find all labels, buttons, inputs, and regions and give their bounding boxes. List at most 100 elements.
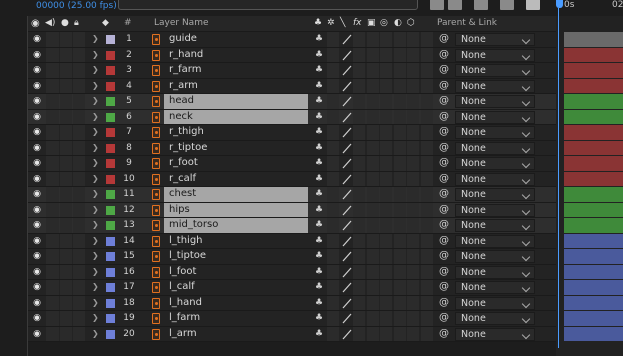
solo-toggle[interactable] [60,140,72,155]
pick-whip-icon[interactable]: @ [438,156,450,171]
layer-switch-5[interactable] [421,171,433,186]
layer-switch-4[interactable] [407,125,419,140]
layer-switch-1[interactable] [367,326,379,341]
audio-toggle[interactable] [46,202,59,217]
visibility-eye-icon[interactable]: ◉ [30,327,44,342]
toolbar-icon-3[interactable] [474,0,488,10]
layer-switch-1[interactable] [367,125,379,140]
layer-duration-bar[interactable] [564,249,623,264]
layer-duration-bar[interactable] [564,47,623,62]
layer-switch-2[interactable] [380,156,392,171]
layer-row[interactable]: ◉ ❯ 18 l_hand ♣ @ None [28,295,556,311]
twirl-arrow-icon[interactable]: ❯ [92,94,100,109]
visibility-eye-icon[interactable]: ◉ [30,48,44,63]
parent-dropdown[interactable]: None [455,312,535,325]
layer-switch-0[interactable] [353,249,365,264]
search-input[interactable] [118,0,418,10]
layer-switch-3[interactable] [394,47,406,62]
layer-switch-2[interactable] [380,295,392,310]
parent-dropdown[interactable]: None [455,95,535,108]
layer-name[interactable]: r_tiptoe [169,142,207,153]
graph-editor-icon[interactable] [526,0,540,10]
collapse-switch[interactable] [327,311,339,326]
shy-switch-icon[interactable]: ♣ [313,218,325,233]
audio-toggle[interactable] [46,280,59,295]
lock-toggle[interactable] [73,311,85,326]
audio-toggle[interactable] [46,32,59,47]
audio-toggle[interactable] [46,140,59,155]
layer-duration-bar[interactable] [564,326,623,341]
layer-row[interactable]: ◉ ❯ 15 l_tiptoe ♣ @ None [28,249,556,265]
layer-switch-2[interactable] [380,218,392,233]
layer-switch-1[interactable] [367,311,379,326]
layer-switch-4[interactable] [407,187,419,202]
parent-dropdown[interactable]: None [455,157,535,170]
layer-switch-4[interactable] [407,311,419,326]
layer-row[interactable]: ◉ ❯ 4 r_arm ♣ @ None [28,78,556,94]
layer-switch-3[interactable] [394,280,406,295]
layer-duration-bar[interactable] [564,233,623,248]
parent-dropdown[interactable]: None [455,172,535,186]
solo-toggle[interactable] [60,202,72,217]
quality-switch-icon[interactable] [341,311,353,326]
layer-switch-2[interactable] [380,63,392,78]
lock-toggle[interactable] [73,280,85,295]
twirl-arrow-icon[interactable]: ❯ [92,311,100,326]
parent-dropdown[interactable]: None [455,234,535,248]
solo-toggle[interactable] [60,94,72,109]
layer-row[interactable]: ◉ ❯ 2 r_hand ♣ @ None [28,47,556,63]
lock-toggle[interactable] [73,63,85,78]
layer-switch-1[interactable] [367,94,379,109]
collapse-switch[interactable] [327,47,339,62]
lock-toggle[interactable] [73,187,85,202]
layer-switch-2[interactable] [380,47,392,62]
lock-toggle[interactable] [73,264,85,279]
collapse-switch[interactable] [327,295,339,310]
layer-name[interactable]: l_calf [169,281,195,292]
parent-dropdown[interactable]: None [455,64,535,77]
layer-switch-0[interactable] [353,187,365,202]
layer-switch-4[interactable] [407,295,419,310]
shy-switch-icon[interactable]: ♣ [313,249,325,264]
layer-switch-3[interactable] [394,202,406,217]
parent-dropdown[interactable]: None [455,141,535,155]
collapse-switch[interactable] [327,187,339,202]
layer-switch-4[interactable] [407,63,419,78]
layer-switch-1[interactable] [367,171,379,186]
quality-switch-icon[interactable] [341,156,353,171]
visibility-eye-icon[interactable]: ◉ [30,311,44,326]
layer-switch-3[interactable] [394,264,406,279]
collapse-switch[interactable] [327,140,339,155]
layer-duration-bar[interactable] [564,156,623,171]
pick-whip-icon[interactable]: @ [438,94,450,109]
quality-switch-icon[interactable] [341,63,353,78]
current-time-indicator[interactable] [558,8,559,348]
solo-toggle[interactable] [60,264,72,279]
shy-switch-icon[interactable]: ♣ [313,327,325,342]
timeline-track-area[interactable] [556,16,623,356]
parent-dropdown[interactable]: None [455,126,535,139]
parent-dropdown[interactable]: None [455,296,535,310]
layer-duration-bar[interactable] [564,94,623,109]
audio-toggle[interactable] [46,187,59,202]
twirl-arrow-icon[interactable]: ❯ [92,48,100,63]
shy-switch-icon[interactable]: ♣ [313,280,325,295]
layer-switch-5[interactable] [421,47,433,62]
layer-name-cell[interactable]: r_thigh [164,125,308,140]
parent-dropdown[interactable]: None [455,265,535,279]
layer-switch-1[interactable] [367,295,379,310]
layer-switch-0[interactable] [353,264,365,279]
twirl-arrow-icon[interactable]: ❯ [92,249,100,264]
parent-dropdown[interactable]: None [455,281,535,294]
pick-whip-icon[interactable]: @ [438,63,450,78]
solo-toggle[interactable] [60,326,72,341]
pick-whip-icon[interactable]: @ [438,125,450,140]
layer-name[interactable]: l_tiptoe [169,250,206,261]
collapse-switch[interactable] [327,32,339,47]
lock-toggle[interactable] [73,202,85,217]
quality-switch-icon[interactable] [341,280,353,295]
audio-toggle[interactable] [46,233,59,248]
layer-row[interactable]: ◉ ❯ 12 hips ♣ @ None [28,202,556,218]
layer-name-header[interactable]: Layer Name [154,18,209,28]
quality-switch-icon[interactable] [341,94,353,109]
